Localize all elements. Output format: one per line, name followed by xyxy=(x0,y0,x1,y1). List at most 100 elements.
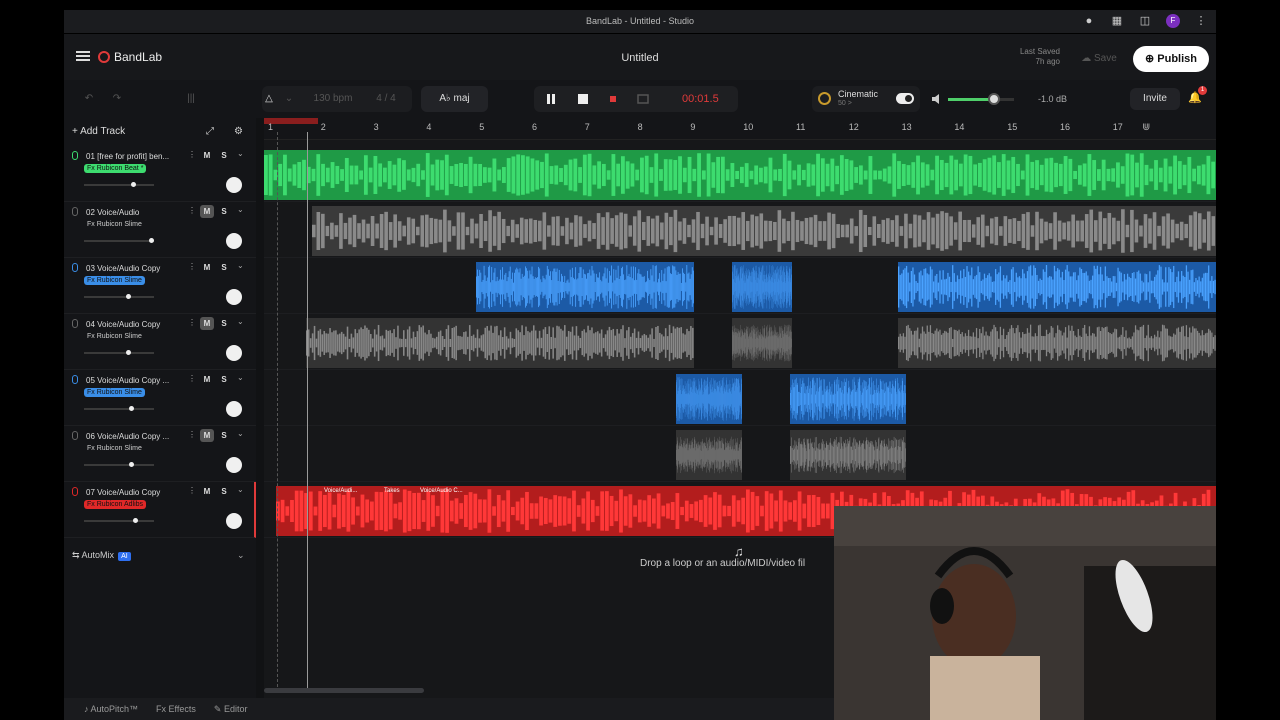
track-name[interactable]: 06 Voice/Audio Copy ... xyxy=(86,432,182,441)
mic-icon[interactable] xyxy=(72,263,78,272)
mixer-icon[interactable]: ||| xyxy=(182,88,200,110)
track-header[interactable]: 01 [free for profit] ben... Fx Rubicon Be… xyxy=(64,146,256,202)
chevron-down-icon[interactable]: ⌄ xyxy=(284,88,294,110)
track-fx-badge[interactable]: Fx Rubicon Slime xyxy=(84,220,145,229)
chevron-down-icon[interactable]: ⌄ xyxy=(237,373,244,382)
track-lane[interactable] xyxy=(264,426,1216,482)
loop-icon[interactable] xyxy=(636,92,650,106)
master-volume-slider[interactable] xyxy=(948,93,1014,105)
audio-clip[interactable] xyxy=(732,262,792,312)
pan-knob[interactable] xyxy=(226,289,242,305)
audio-clip[interactable] xyxy=(476,262,694,312)
audio-clip[interactable] xyxy=(676,430,742,480)
audio-clip[interactable] xyxy=(676,374,742,424)
track-name[interactable]: 02 Voice/Audio xyxy=(86,208,182,217)
chevron-down-icon[interactable]: ⌄ xyxy=(237,317,244,326)
time-signature[interactable]: 4 / 4 xyxy=(368,88,404,110)
editor-tab[interactable]: ✎ Editor xyxy=(214,704,248,715)
publish-button[interactable]: ⊕ Publish xyxy=(1133,46,1209,72)
save-button[interactable]: ☁ Save xyxy=(1068,48,1130,70)
avatar[interactable]: F xyxy=(1166,14,1180,28)
solo-button[interactable]: S xyxy=(217,429,231,442)
track-fx-badge[interactable]: Fx Rubicon Slime xyxy=(84,444,145,453)
track-header[interactable]: 04 Voice/Audio Copy Fx Rubicon Slime ⋮ M S ⌄ xyxy=(64,314,256,370)
solo-button[interactable]: S xyxy=(217,317,231,330)
speaker-icon[interactable] xyxy=(930,92,944,106)
solo-button[interactable]: S xyxy=(217,149,231,162)
pan-knob[interactable] xyxy=(226,513,242,529)
mic-icon[interactable] xyxy=(72,207,78,216)
audio-clip[interactable] xyxy=(790,374,906,424)
pan-knob[interactable] xyxy=(226,457,242,473)
horizontal-scrollbar[interactable] xyxy=(264,688,424,693)
track-volume-slider[interactable] xyxy=(84,294,154,299)
more-icon[interactable]: ⋮ xyxy=(188,206,196,215)
track-fx-badge[interactable]: Fx Rubicon Beat * xyxy=(84,164,147,173)
more-icon[interactable]: ⋮ xyxy=(188,150,196,159)
mic-icon[interactable] xyxy=(72,151,78,160)
tempo-box[interactable]: △ ⌄ 130 bpm 4 / 4 xyxy=(262,86,412,112)
track-fx-badge[interactable]: Fx Rubicon Slime xyxy=(84,388,145,397)
mute-button[interactable]: M xyxy=(200,485,214,498)
track-lane[interactable] xyxy=(264,314,1216,370)
audio-clip[interactable] xyxy=(898,318,1216,368)
invite-button[interactable]: Invite xyxy=(1130,88,1180,110)
settings-icon[interactable]: ⚙ xyxy=(234,126,243,137)
preset-selector[interactable]: Cinematic 50 > xyxy=(812,86,920,112)
mic-icon[interactable]: ● xyxy=(1082,14,1096,28)
chevron-down-icon[interactable]: ⌄ xyxy=(237,485,244,494)
add-track-button[interactable]: + Add Track xyxy=(72,126,125,137)
solo-button[interactable]: S xyxy=(217,373,231,386)
solo-button[interactable]: S xyxy=(217,261,231,274)
track-header[interactable]: 07 Voice/Audio Copy Fx Rubicon Adlibs ⋮ M S ⌄ xyxy=(64,482,256,538)
wand-icon[interactable]: ⤢ xyxy=(206,126,214,137)
track-lane[interactable] xyxy=(264,202,1216,258)
chevron-down-icon[interactable]: ⌄ xyxy=(237,261,244,270)
more-icon[interactable]: ⋮ xyxy=(188,486,196,495)
audio-clip[interactable] xyxy=(898,262,1216,312)
mute-button[interactable]: M xyxy=(200,317,214,330)
track-header[interactable]: 03 Voice/Audio Copy Fx Rubicon Slime ⋮ M S ⌄ xyxy=(64,258,256,314)
track-volume-slider[interactable] xyxy=(84,462,154,467)
track-volume-knob[interactable] xyxy=(126,294,131,299)
drop-zone-text[interactable]: Drop a loop or an audio/MIDI/video fil xyxy=(640,558,805,569)
more-icon[interactable]: ⋮ xyxy=(188,318,196,327)
track-volume-slider[interactable] xyxy=(84,350,154,355)
bpm-value[interactable]: 130 bpm xyxy=(308,88,358,110)
track-volume-knob[interactable] xyxy=(128,462,134,467)
track-lane[interactable] xyxy=(264,370,1216,426)
chevron-down-icon[interactable]: ⌄ xyxy=(237,550,245,561)
track-volume-knob[interactable] xyxy=(130,182,136,187)
audio-clip[interactable] xyxy=(264,150,1216,200)
track-volume-knob[interactable] xyxy=(128,406,134,411)
bell-icon[interactable]: 🔔 1 xyxy=(1188,86,1207,105)
track-volume-knob[interactable] xyxy=(149,238,154,243)
mute-button[interactable]: M xyxy=(200,373,214,386)
track-volume-knob[interactable] xyxy=(132,518,138,523)
solo-button[interactable]: S xyxy=(217,485,231,498)
automix-toggle[interactable]: ⇆ AutoMix AI xyxy=(72,550,131,561)
effects-tab[interactable]: Fx Effects xyxy=(156,704,196,714)
track-volume-knob[interactable] xyxy=(126,350,131,355)
audio-clip[interactable] xyxy=(790,430,906,480)
audio-clip[interactable] xyxy=(732,318,792,368)
mic-icon[interactable] xyxy=(72,487,78,496)
chevron-down-icon[interactable]: ⌄ xyxy=(237,149,244,158)
pan-knob[interactable] xyxy=(226,401,242,417)
preset-toggle[interactable] xyxy=(896,93,914,104)
more-icon[interactable]: ⋮ xyxy=(1194,14,1208,28)
track-name[interactable]: 04 Voice/Audio Copy xyxy=(86,320,182,329)
track-volume-slider[interactable] xyxy=(84,406,154,411)
pan-knob[interactable] xyxy=(226,345,242,361)
audio-clip[interactable] xyxy=(312,206,1216,256)
track-name[interactable]: 03 Voice/Audio Copy xyxy=(86,264,182,273)
mic-icon[interactable] xyxy=(72,375,78,384)
mic-icon[interactable] xyxy=(72,431,78,440)
track-name[interactable]: 07 Voice/Audio Copy xyxy=(86,488,182,497)
chevron-down-icon[interactable]: ⌄ xyxy=(237,205,244,214)
track-fx-badge[interactable]: Fx Rubicon Adlibs xyxy=(84,500,147,509)
metronome-icon[interactable]: △ xyxy=(262,88,276,110)
master-volume-knob[interactable] xyxy=(988,93,1001,105)
key-selector[interactable]: A♭ maj xyxy=(421,86,488,112)
track-fx-badge[interactable]: Fx Rubicon Slime xyxy=(84,332,145,341)
